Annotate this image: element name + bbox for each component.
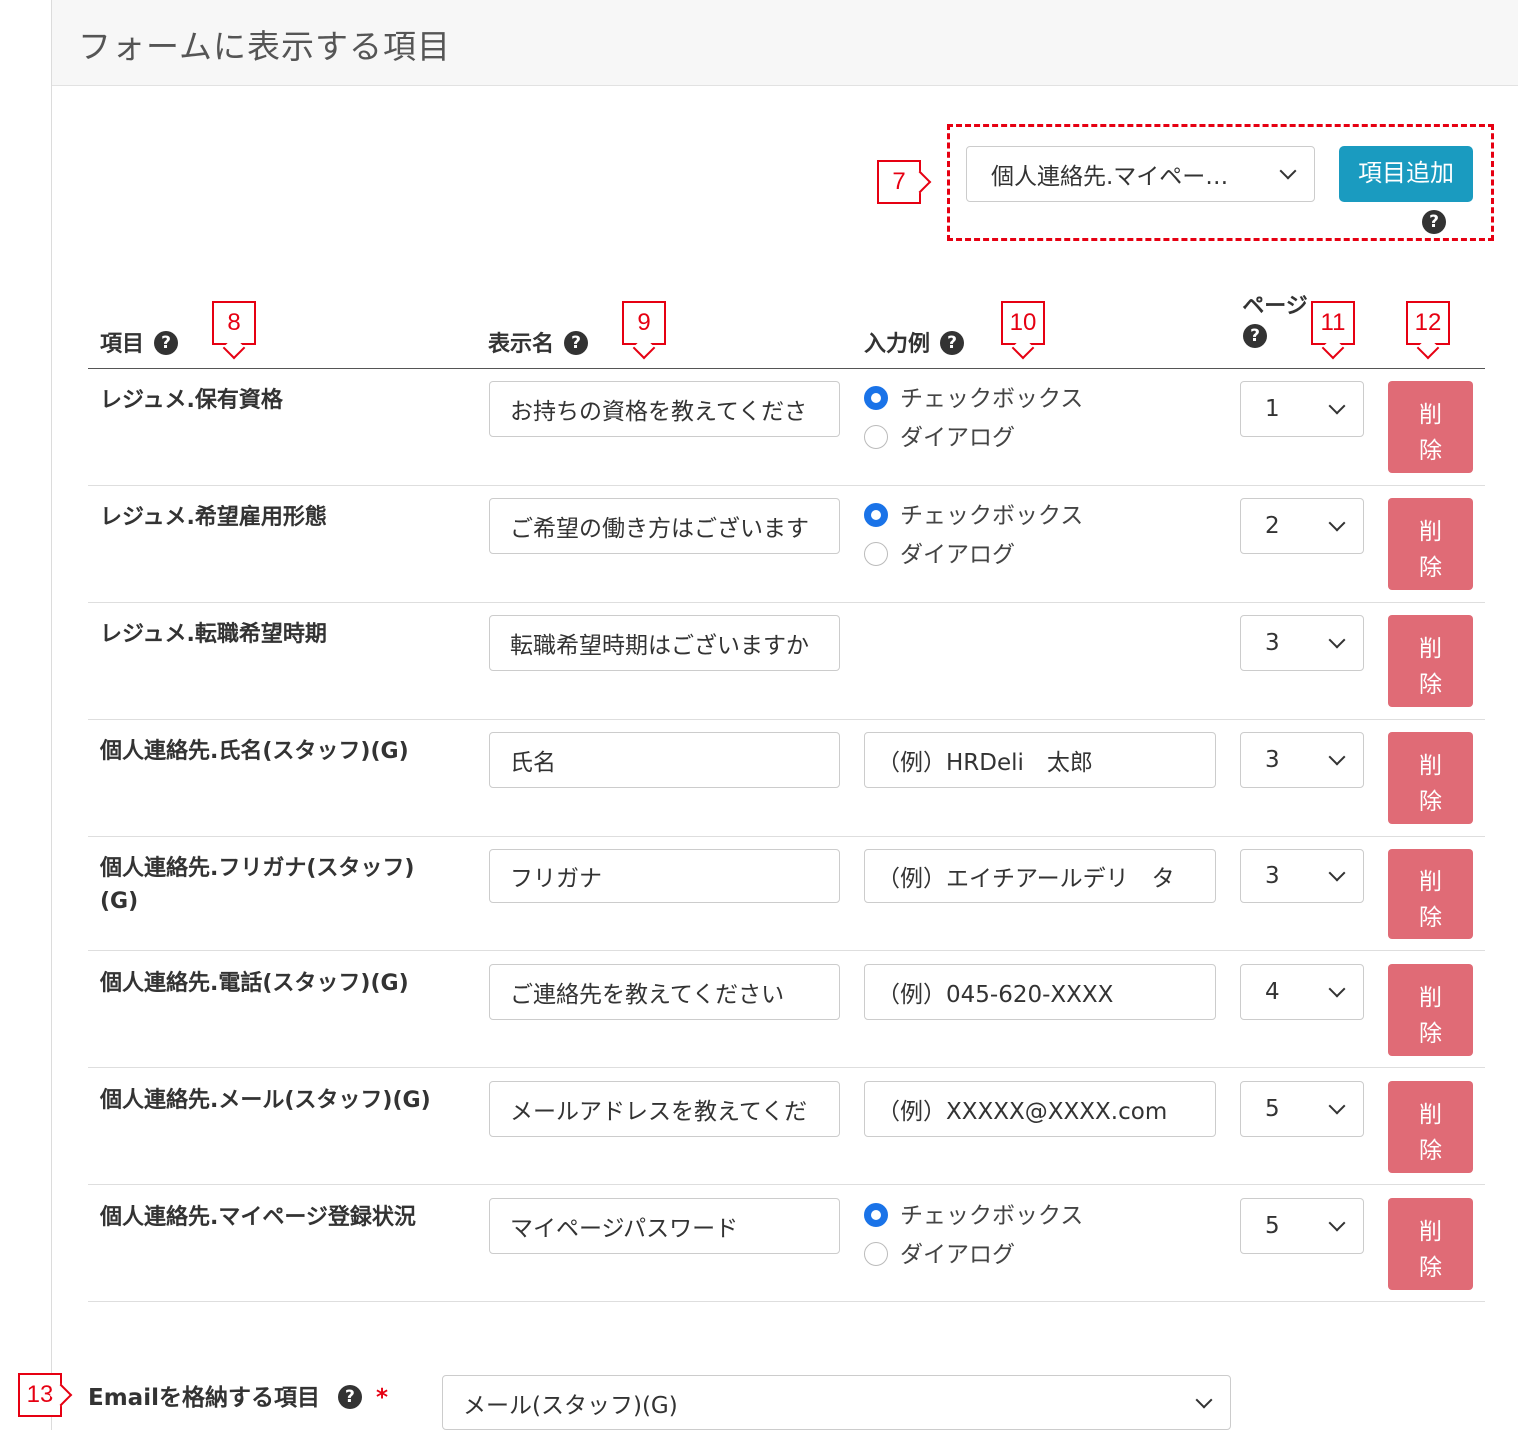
required-mark: * — [375, 1385, 388, 1411]
delete-button[interactable]: 削除 — [1388, 849, 1473, 939]
radio-unselected-icon — [864, 424, 888, 449]
left-border — [51, 0, 52, 1430]
radio-dialog-option[interactable]: ダイアログ — [864, 540, 1015, 570]
chevron-down-icon — [1328, 397, 1346, 415]
row-divider — [88, 950, 1485, 951]
section-header: フォームに表示する項目 — [52, 0, 1518, 86]
page-select[interactable]: 3 — [1240, 732, 1364, 788]
display-name-input[interactable]: メールアドレスを教えてくだ — [489, 1081, 840, 1137]
chevron-down-icon — [1328, 631, 1346, 649]
row-item-name: レジュメ.希望雇用形態 — [100, 505, 327, 530]
input-example-field[interactable]: （例）045-620-XXXX — [864, 964, 1216, 1020]
header-item-label: 項目 — [100, 332, 145, 357]
page-select[interactable]: 5 — [1240, 1198, 1364, 1254]
row-item-name: 個人連絡先.電話(スタッフ)(G) — [100, 971, 409, 996]
display-name-input[interactable]: 転職希望時期はございますか — [489, 615, 840, 671]
chevron-down-icon — [1328, 514, 1346, 532]
input-example-field[interactable]: （例）エイチアールデリ タ — [864, 849, 1216, 903]
page-select[interactable]: 5 — [1240, 1081, 1364, 1137]
email-field-label: Emailを格納する項目? * — [88, 1384, 388, 1411]
radio-selected-icon — [864, 1202, 888, 1227]
header-page: ページ ? — [1240, 288, 1310, 350]
radio-checkbox-option[interactable]: チェックボックス — [864, 384, 1083, 414]
callout-12: 12 — [1406, 301, 1450, 345]
page-select[interactable]: 4 — [1240, 964, 1364, 1020]
display-name-input[interactable]: ご希望の働き方はございます — [489, 498, 840, 554]
chevron-down-icon — [1328, 1214, 1346, 1232]
row-item-name: レジュメ.転職希望時期 — [100, 622, 327, 647]
display-name-input[interactable]: 氏名 — [489, 732, 840, 788]
email-field-select[interactable]: メール(スタッフ)(G) — [442, 1375, 1231, 1430]
row-item-name: レジュメ.保有資格 — [100, 388, 283, 413]
page-select[interactable]: 2 — [1240, 498, 1364, 554]
chevron-down-icon — [1328, 980, 1346, 998]
page-select[interactable]: 1 — [1240, 381, 1364, 437]
help-icon[interactable]: ? — [337, 1384, 362, 1409]
table-header-rule — [88, 368, 1485, 369]
row-divider — [88, 1067, 1485, 1068]
help-icon[interactable]: ? — [564, 331, 589, 355]
row-divider — [88, 719, 1485, 720]
display-name-input[interactable]: マイページパスワード — [489, 1198, 840, 1254]
display-name-input[interactable]: お持ちの資格を教えてくださ — [489, 381, 840, 437]
delete-button[interactable]: 削除 — [1388, 1081, 1473, 1173]
row-item-name: 個人連絡先.氏名(スタッフ)(G) — [100, 739, 409, 764]
input-example-field[interactable]: （例）HRDeli 太郎 — [864, 732, 1216, 788]
header-display-name: 表示名? — [488, 326, 589, 358]
page-select[interactable]: 3 — [1240, 615, 1364, 671]
callout-8: 8 — [212, 301, 256, 345]
row-divider — [88, 1184, 1485, 1185]
radio-selected-icon — [864, 385, 888, 410]
help-icon[interactable]: ? — [1422, 210, 1446, 234]
callout-10: 10 — [1001, 301, 1045, 345]
chevron-down-icon — [1328, 864, 1346, 882]
help-icon[interactable]: ? — [940, 331, 965, 355]
add-item-select-value: 個人連絡先.マイペー… — [991, 164, 1229, 190]
callout-7: 7 — [877, 160, 921, 204]
delete-button[interactable]: 削除 — [1388, 498, 1473, 590]
header-item: 項目? — [100, 326, 179, 358]
row-divider — [88, 836, 1485, 837]
radio-checkbox-option[interactable]: チェックボックス — [864, 1201, 1083, 1231]
page-select[interactable]: 3 — [1240, 849, 1364, 903]
row-divider — [88, 485, 1485, 486]
header-input-example-label: 入力例 — [864, 332, 931, 357]
chevron-down-icon — [1279, 162, 1297, 180]
delete-button[interactable]: 削除 — [1388, 1198, 1473, 1290]
header-page-label: ページ — [1242, 294, 1308, 319]
callout-9: 9 — [622, 301, 666, 345]
add-item-select[interactable]: 個人連絡先.マイペー… — [966, 146, 1315, 202]
section-title: フォームに表示する項目 — [78, 27, 452, 66]
row-item-name: 個人連絡先.フリガナ(スタッフ) (G) — [100, 856, 415, 914]
row-item-name: 個人連絡先.メール(スタッフ)(G) — [100, 1088, 431, 1113]
radio-unselected-icon — [864, 1241, 888, 1266]
display-name-input[interactable]: ご連絡先を教えてください — [489, 964, 840, 1020]
header-display-name-label: 表示名 — [488, 332, 555, 357]
radio-dialog-option[interactable]: ダイアログ — [864, 1240, 1015, 1270]
delete-button[interactable]: 削除 — [1388, 964, 1473, 1056]
callout-11: 11 — [1311, 301, 1355, 345]
radio-selected-icon — [864, 502, 888, 527]
radio-unselected-icon — [864, 541, 888, 566]
input-example-field[interactable]: （例）XXXXX@XXXX.com — [864, 1081, 1216, 1137]
display-name-input[interactable]: フリガナ — [489, 849, 840, 903]
help-icon[interactable]: ? — [1243, 324, 1267, 348]
chevron-down-icon — [1195, 1391, 1213, 1408]
add-item-button[interactable]: 項目追加 — [1339, 146, 1473, 202]
callout-13: 13 — [18, 1373, 62, 1417]
row-item-name: 個人連絡先.マイページ登録状況 — [100, 1205, 416, 1230]
row-divider — [88, 1301, 1485, 1302]
radio-checkbox-option[interactable]: チェックボックス — [864, 501, 1083, 531]
radio-dialog-option[interactable]: ダイアログ — [864, 423, 1015, 453]
delete-button[interactable]: 削除 — [1388, 732, 1473, 824]
chevron-down-icon — [1328, 748, 1346, 766]
delete-button[interactable]: 削除 — [1388, 615, 1473, 707]
header-input-example: 入力例? — [864, 326, 965, 358]
row-divider — [88, 602, 1485, 603]
chevron-down-icon — [1328, 1097, 1346, 1115]
delete-button[interactable]: 削除 — [1388, 381, 1473, 473]
help-icon[interactable]: ? — [154, 331, 179, 355]
